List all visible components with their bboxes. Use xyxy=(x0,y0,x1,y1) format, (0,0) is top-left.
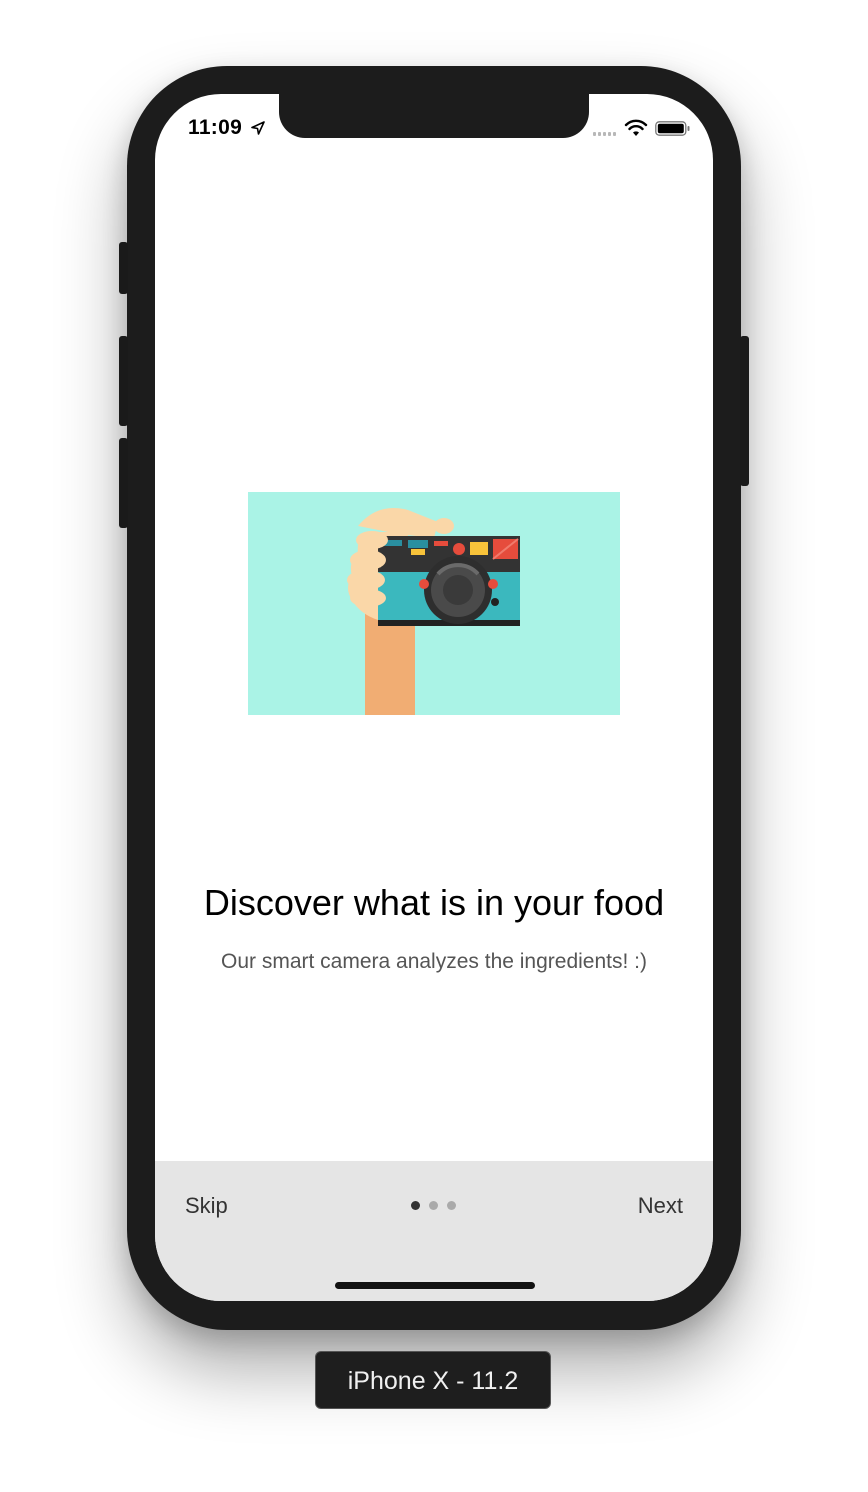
onboarding-title: Discover what is in your food xyxy=(203,882,665,923)
onboarding-bottom-bar: Skip Next xyxy=(155,1161,713,1301)
home-indicator xyxy=(335,1282,535,1289)
page-indicator xyxy=(411,1201,461,1211)
power-button xyxy=(740,336,749,486)
wifi-icon xyxy=(624,119,648,136)
skip-button[interactable]: Skip xyxy=(185,1193,228,1219)
location-arrow-icon xyxy=(251,121,265,135)
volume-down-button xyxy=(119,438,128,528)
page-dot-2[interactable] xyxy=(429,1201,438,1210)
mute-switch xyxy=(119,242,128,294)
camera-illustration xyxy=(248,492,620,715)
notch xyxy=(279,94,589,138)
onboarding-subtitle: Our smart camera analyzes the ingredient… xyxy=(220,950,647,973)
page-dot-1[interactable] xyxy=(411,1201,420,1210)
status-time: 11:09 xyxy=(188,116,243,139)
next-button[interactable]: Next xyxy=(638,1193,683,1219)
page-dot-3[interactable] xyxy=(447,1201,456,1210)
hand-holding-camera-illustration xyxy=(347,508,520,715)
battery-icon xyxy=(655,121,690,136)
phone-screen: 11:09 Discover what is in your food Our … xyxy=(155,94,713,1301)
cellular-signal-icon xyxy=(593,132,619,136)
volume-up-button xyxy=(119,336,128,426)
simulator-device-label: iPhone X - 11.2 xyxy=(315,1351,551,1409)
